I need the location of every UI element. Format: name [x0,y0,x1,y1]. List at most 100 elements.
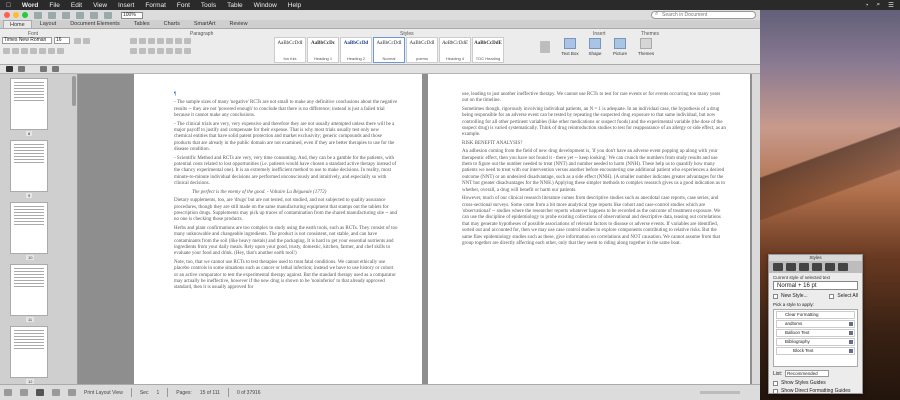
print-layout-icon[interactable] [36,389,44,396]
borders-icon[interactable] [184,48,191,54]
vertical-scrollbar[interactable] [752,74,760,384]
styles-pane-icon[interactable] [540,41,550,53]
page-thumbnail[interactable]: 11 [10,264,48,322]
align-right-icon[interactable] [148,48,155,54]
style-item[interactable]: AaBbCcDdI poems [406,37,438,63]
page-thumbnail[interactable]: 9 [10,140,48,198]
page-thumbnail[interactable]: 8 [10,78,48,136]
increase-indent-icon[interactable] [166,38,173,44]
new-style-icon[interactable] [773,293,778,299]
menu-format[interactable]: Format [145,2,166,9]
focus-view-icon[interactable] [68,389,76,396]
underline-icon[interactable] [21,48,28,54]
zoom-slider[interactable] [700,391,740,394]
grow-font-icon[interactable] [74,38,81,44]
quote-paragraph[interactable]: The perfect is the enemy of the good. - … [174,190,398,196]
menu-window[interactable]: Window [254,2,277,9]
current-style-field[interactable]: Normal + 16 pt [773,281,858,290]
draft-view-icon[interactable] [4,389,12,396]
style-list-item[interactable]: Block Text [776,347,855,355]
highlight-icon[interactable] [48,48,55,54]
font-color-icon[interactable] [57,48,64,54]
apple-icon[interactable]:  [6,2,11,9]
page-thumbnail[interactable]: 12 [10,326,48,384]
undo-icon[interactable] [90,11,98,19]
paragraph[interactable]: - The clinical trials are very, very exp… [174,122,398,154]
shape-button[interactable]: Shape [586,38,604,60]
menu-help[interactable]: Help [288,2,301,9]
document-page-left[interactable]: ¶ - The sample sizes of many 'negative' … [134,74,422,380]
paragraph[interactable]: An adhesion coming from the field of new… [462,149,726,194]
paragraph[interactable]: Herbs and plant confirmations are too co… [174,226,398,258]
style-list-item[interactable]: Bibliography [776,338,855,346]
paragraph[interactable]: - Scientific Method and RCTs are very, v… [174,156,398,188]
document-search-input[interactable]: Search in Document [651,11,756,19]
align-left-icon[interactable] [130,48,137,54]
tab-review[interactable]: Review [224,20,254,28]
reference-tools-icon[interactable] [799,263,809,271]
select-all-button[interactable]: Select All [837,293,858,299]
show-styles-guides-row[interactable]: Show Styles Guides [769,379,862,387]
tab-tables[interactable]: Tables [128,20,156,28]
multilevel-list-icon[interactable] [148,38,155,44]
styles-tab-icon[interactable] [773,263,783,271]
tab-charts[interactable]: Charts [158,20,186,28]
heading[interactable]: RISK BENEFIT ANALYSIS? [462,141,726,147]
align-center-icon[interactable] [139,48,146,54]
style-list-item[interactable]: Clear Formatting [776,311,855,319]
style-item[interactable]: AaBbCcDdE Heading 4 [439,37,471,63]
style-item[interactable]: AaBbCcDc Heading 1 [307,37,339,63]
sort-icon[interactable] [175,38,182,44]
zoom-window-button[interactable] [22,12,28,18]
outline-view-icon[interactable] [18,66,25,72]
menu-app-name[interactable]: Word [22,2,39,9]
font-name-select[interactable]: Times New Roman [2,37,52,44]
tab-smartart[interactable]: SmartArt [188,20,222,28]
show-marks-icon[interactable] [184,38,191,44]
select-all-icon[interactable] [829,293,835,299]
menu-table[interactable]: Table [227,2,243,9]
paragraph[interactable]: Note, too, that we cannot use RCTs to te… [174,260,398,292]
paragraph[interactable]: use, leading to just another ineffective… [462,92,726,105]
menu-file[interactable]: File [49,2,59,9]
document-page-right[interactable]: use, leading to just another ineffective… [428,74,750,380]
open-icon[interactable] [48,11,56,19]
spotlight-icon[interactable]: ⌕ [877,1,881,9]
show-styles-guides-checkbox[interactable] [773,380,778,386]
style-item[interactable]: AaBbCcDdI fon fuls [274,37,306,63]
tab-home[interactable]: Home [3,20,32,28]
search-pane-icon[interactable] [52,66,59,72]
menu-view[interactable]: View [93,2,107,9]
comments-view-icon[interactable] [40,66,47,72]
print-icon[interactable] [76,11,84,19]
picture-button[interactable]: Picture [611,38,629,60]
page-thumbnail[interactable]: 10 [10,202,48,260]
menu-insert[interactable]: Insert [118,2,134,9]
numbering-icon[interactable] [139,38,146,44]
tab-document-elements[interactable]: Document Elements [64,20,126,28]
list-filter-select[interactable]: Recommended [785,370,830,377]
shading-icon[interactable] [175,48,182,54]
strikethrough-icon[interactable] [30,48,37,54]
minimize-window-button[interactable] [13,12,19,18]
document-canvas[interactable]: ¶ - The sample sizes of many 'negative' … [78,74,760,384]
thumbnail-scrollbar[interactable] [72,76,76,106]
text-box-button[interactable]: Text Box [561,38,579,60]
redo-icon[interactable] [104,11,112,19]
show-direct-formatting-row[interactable]: Show Direct Formatting Guides [769,387,862,395]
menu-font[interactable]: Font [177,2,190,9]
style-list-item[interactable]: andtoms [776,320,855,328]
new-document-icon[interactable] [34,11,42,19]
thumbnail-view-icon[interactable] [6,66,13,72]
scrapbook-icon[interactable] [786,263,796,271]
style-list-item[interactable]: Balloon Text [776,329,855,337]
save-icon[interactable] [62,11,70,19]
menu-tools[interactable]: Tools [201,2,216,9]
word-count[interactable]: 0 of 37916 [237,390,261,396]
close-window-button[interactable] [4,12,10,18]
wifi-icon[interactable]: ◔ [865,2,869,9]
project-palette-icon[interactable] [825,263,835,271]
bullets-icon[interactable] [130,38,137,44]
style-item-selected[interactable]: AaBbCcDdI Normal [373,37,405,63]
outline-view-icon[interactable] [20,389,28,396]
